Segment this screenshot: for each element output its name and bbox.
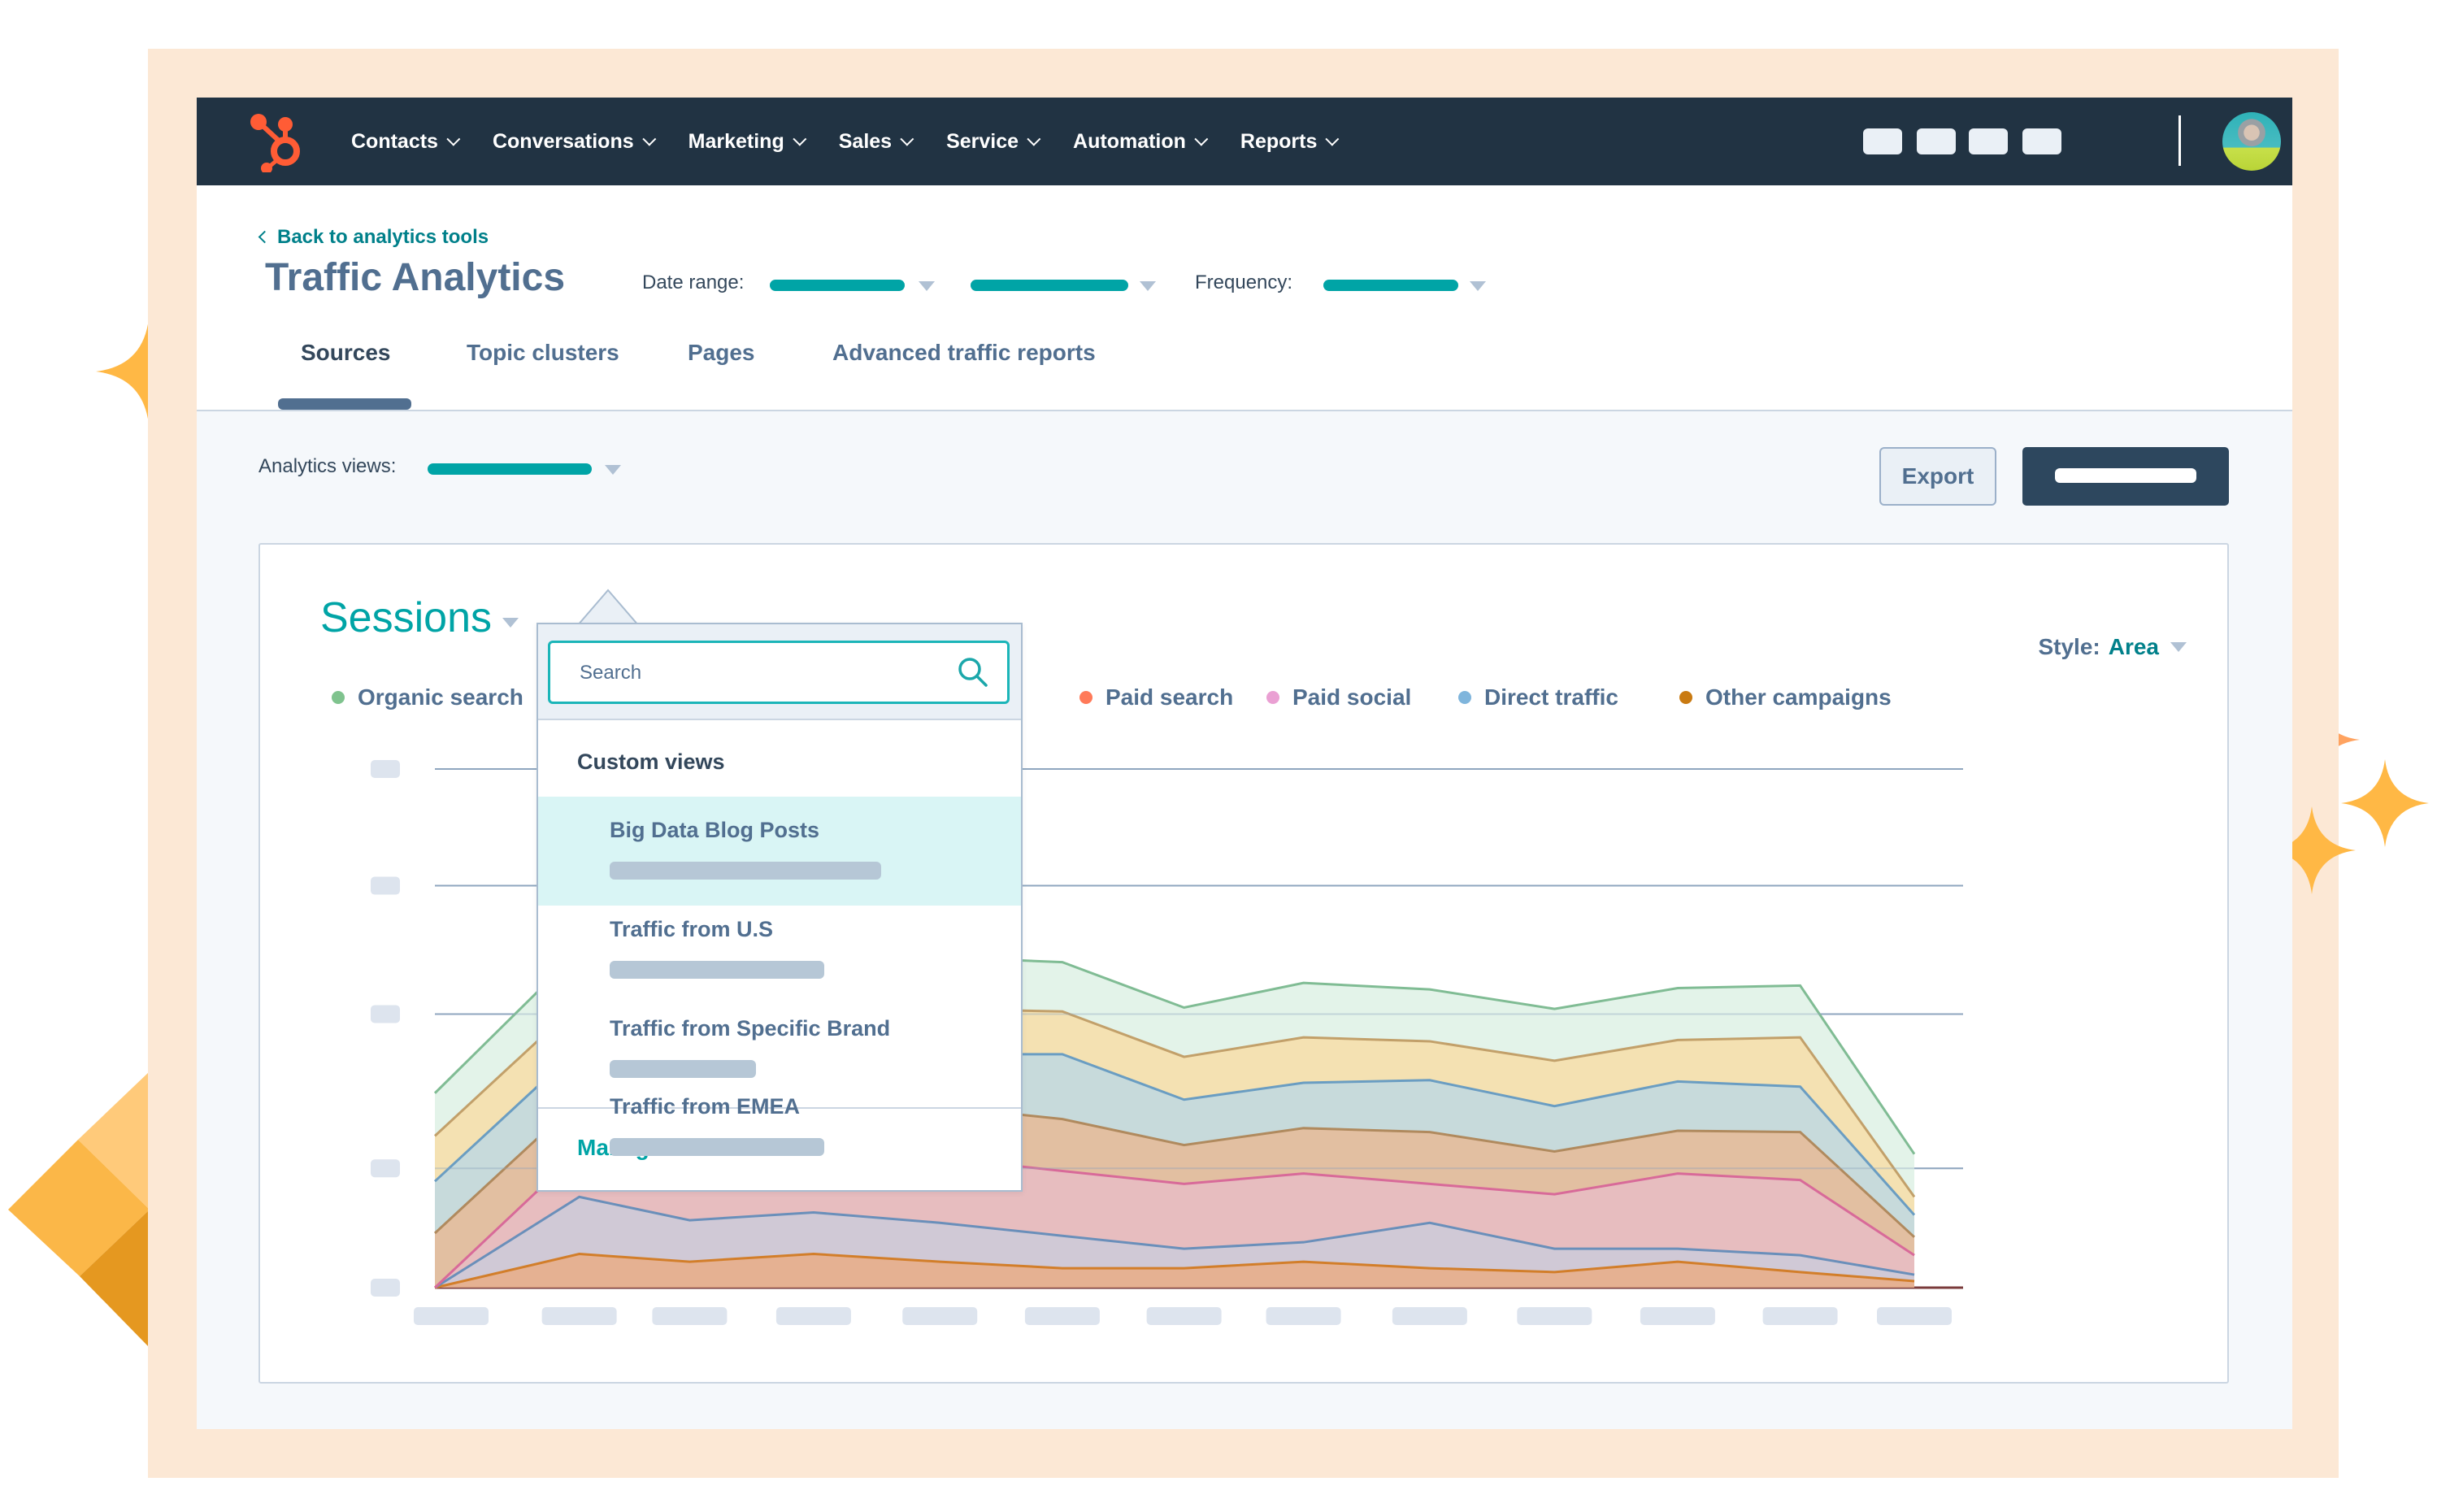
x-tick-label-placeholder [775, 1307, 851, 1325]
dropdown-item-big-data-blog-posts[interactable]: Big Data Blog Posts [538, 797, 1021, 906]
x-tick-label-placeholder [1266, 1307, 1341, 1325]
analytics-views-select[interactable] [428, 463, 592, 475]
chevron-down-icon [1194, 132, 1209, 146]
nav-item-contacts[interactable]: Contacts [351, 129, 461, 154]
date-range-select[interactable] [770, 280, 905, 291]
page-header: Back to analytics tools Traffic Analytic… [197, 185, 2292, 411]
x-tick-label-placeholder [414, 1307, 489, 1325]
nav-divider [2178, 115, 2181, 166]
button-label-placeholder [2055, 468, 2196, 483]
x-tick-label-placeholder [1877, 1307, 1953, 1325]
top-nav: Contacts Conversations Marketing Sales S… [197, 98, 2292, 185]
avatar[interactable] [2222, 112, 2281, 171]
x-tick-label-placeholder [652, 1307, 728, 1325]
x-tick-label-placeholder [1517, 1307, 1592, 1325]
caret-down-icon[interactable] [919, 281, 935, 291]
nav-utility-button[interactable] [1969, 128, 2008, 154]
y-tick-label-placeholder [371, 1159, 400, 1178]
x-tick-label-placeholder [1640, 1307, 1715, 1325]
nav-item-label: Marketing [688, 129, 784, 153]
nav-item-reports[interactable]: Reports [1240, 129, 1340, 154]
tab-pages[interactable]: Pages [688, 340, 755, 366]
analytics-views-label: Analytics views: [258, 455, 397, 477]
chevron-down-icon [641, 132, 656, 146]
nav-utilities [1863, 98, 2292, 185]
nav-item-marketing[interactable]: Marketing [688, 129, 807, 154]
caret-down-icon[interactable] [1140, 281, 1156, 291]
x-tick-label-placeholder [1762, 1307, 1838, 1325]
chevron-down-icon [900, 132, 914, 146]
x-tick-label-placeholder [541, 1307, 617, 1325]
nav-item-label: Automation [1073, 129, 1186, 153]
nav-item-label: Sales [838, 129, 893, 153]
nav-item-service[interactable]: Service [946, 129, 1041, 154]
frequency-select[interactable] [1323, 280, 1458, 291]
caret-down-icon[interactable] [1470, 281, 1486, 291]
dropdown-search-area [538, 624, 1021, 720]
chevron-down-icon [446, 132, 461, 146]
app-window: Contacts Conversations Marketing Sales S… [197, 98, 2292, 1429]
y-tick-label-placeholder [371, 760, 400, 778]
frequency-label: Frequency: [1195, 272, 1293, 293]
dropdown-item-traffic-from-us[interactable]: Traffic from U.S [538, 896, 1021, 1005]
search-icon[interactable] [957, 656, 989, 689]
popover-arrow [577, 589, 639, 626]
date-range-label: Date range: [642, 272, 745, 293]
search-input[interactable] [578, 654, 939, 692]
chevron-left-icon [258, 230, 271, 244]
nav-utility-button[interactable] [2022, 128, 2061, 154]
x-tick-label-placeholder [1024, 1307, 1100, 1325]
nav-item-conversations[interactable]: Conversations [492, 129, 656, 154]
back-link[interactable]: Back to analytics tools [258, 226, 489, 249]
y-tick-label-placeholder [371, 1279, 400, 1297]
date-range-end-select[interactable] [971, 280, 1128, 291]
chevron-down-icon [1027, 132, 1041, 146]
back-link-label: Back to analytics tools [277, 226, 489, 248]
dropdown-item-traffic-from-specific-brand[interactable]: Traffic from Specific Brand [538, 995, 1021, 1104]
dropdown-item-description-placeholder [610, 1060, 756, 1078]
chevron-down-icon [793, 132, 807, 146]
search-field[interactable] [548, 641, 1010, 704]
y-tick-label-placeholder [371, 876, 400, 895]
dropdown-item-description-placeholder [610, 961, 824, 979]
nav-item-label: Conversations [492, 129, 634, 153]
tab-advanced-traffic-reports[interactable]: Advanced traffic reports [832, 340, 1096, 366]
export-button[interactable]: Export [1879, 447, 1996, 506]
nav-item-sales[interactable]: Sales [838, 129, 914, 154]
nav-utility-button[interactable] [1917, 128, 1956, 154]
nav-menu: Contacts Conversations Marketing Sales S… [351, 98, 1371, 185]
x-tick-label-placeholder [902, 1307, 978, 1325]
y-tick-label-placeholder [371, 1005, 400, 1023]
tab-sources[interactable]: Sources [301, 340, 391, 366]
dropdown-item-label: Big Data Blog Posts [610, 818, 820, 842]
dropdown-item-label: Traffic from U.S [610, 917, 774, 941]
analytics-views-dropdown: Custom views Big Data Blog Posts Traffic… [536, 525, 1023, 1192]
dropdown-panel: Custom views Big Data Blog Posts Traffic… [536, 623, 1023, 1192]
dropdown-item-label: Traffic from EMEA [610, 1094, 801, 1119]
nav-item-label: Reports [1240, 129, 1318, 153]
dropdown-item-description-placeholder [610, 862, 881, 880]
nav-utility-button[interactable] [1863, 128, 1902, 154]
dropdown-item-label: Traffic from Specific Brand [610, 1016, 891, 1041]
diamond-decoration [8, 1071, 150, 1348]
page-title: Traffic Analytics [265, 256, 566, 299]
primary-action-button[interactable] [2022, 447, 2229, 506]
nav-item-automation[interactable]: Automation [1073, 129, 1209, 154]
dropdown-group-label: Custom views [577, 749, 725, 774]
tab-bar: Sources Topic clusters Pages Advanced tr… [197, 340, 2292, 410]
nav-item-label: Contacts [351, 129, 438, 153]
tab-topic-clusters[interactable]: Topic clusters [467, 340, 619, 366]
x-tick-label-placeholder [1392, 1307, 1467, 1325]
caret-down-icon[interactable] [605, 465, 621, 475]
dropdown-item-description-placeholder [610, 1138, 824, 1156]
x-tick-label-placeholder [1146, 1307, 1222, 1325]
nav-item-label: Service [946, 129, 1019, 153]
hubspot-logo-icon[interactable] [247, 111, 306, 172]
active-tab-indicator [278, 398, 411, 410]
chevron-down-icon [1325, 132, 1340, 146]
